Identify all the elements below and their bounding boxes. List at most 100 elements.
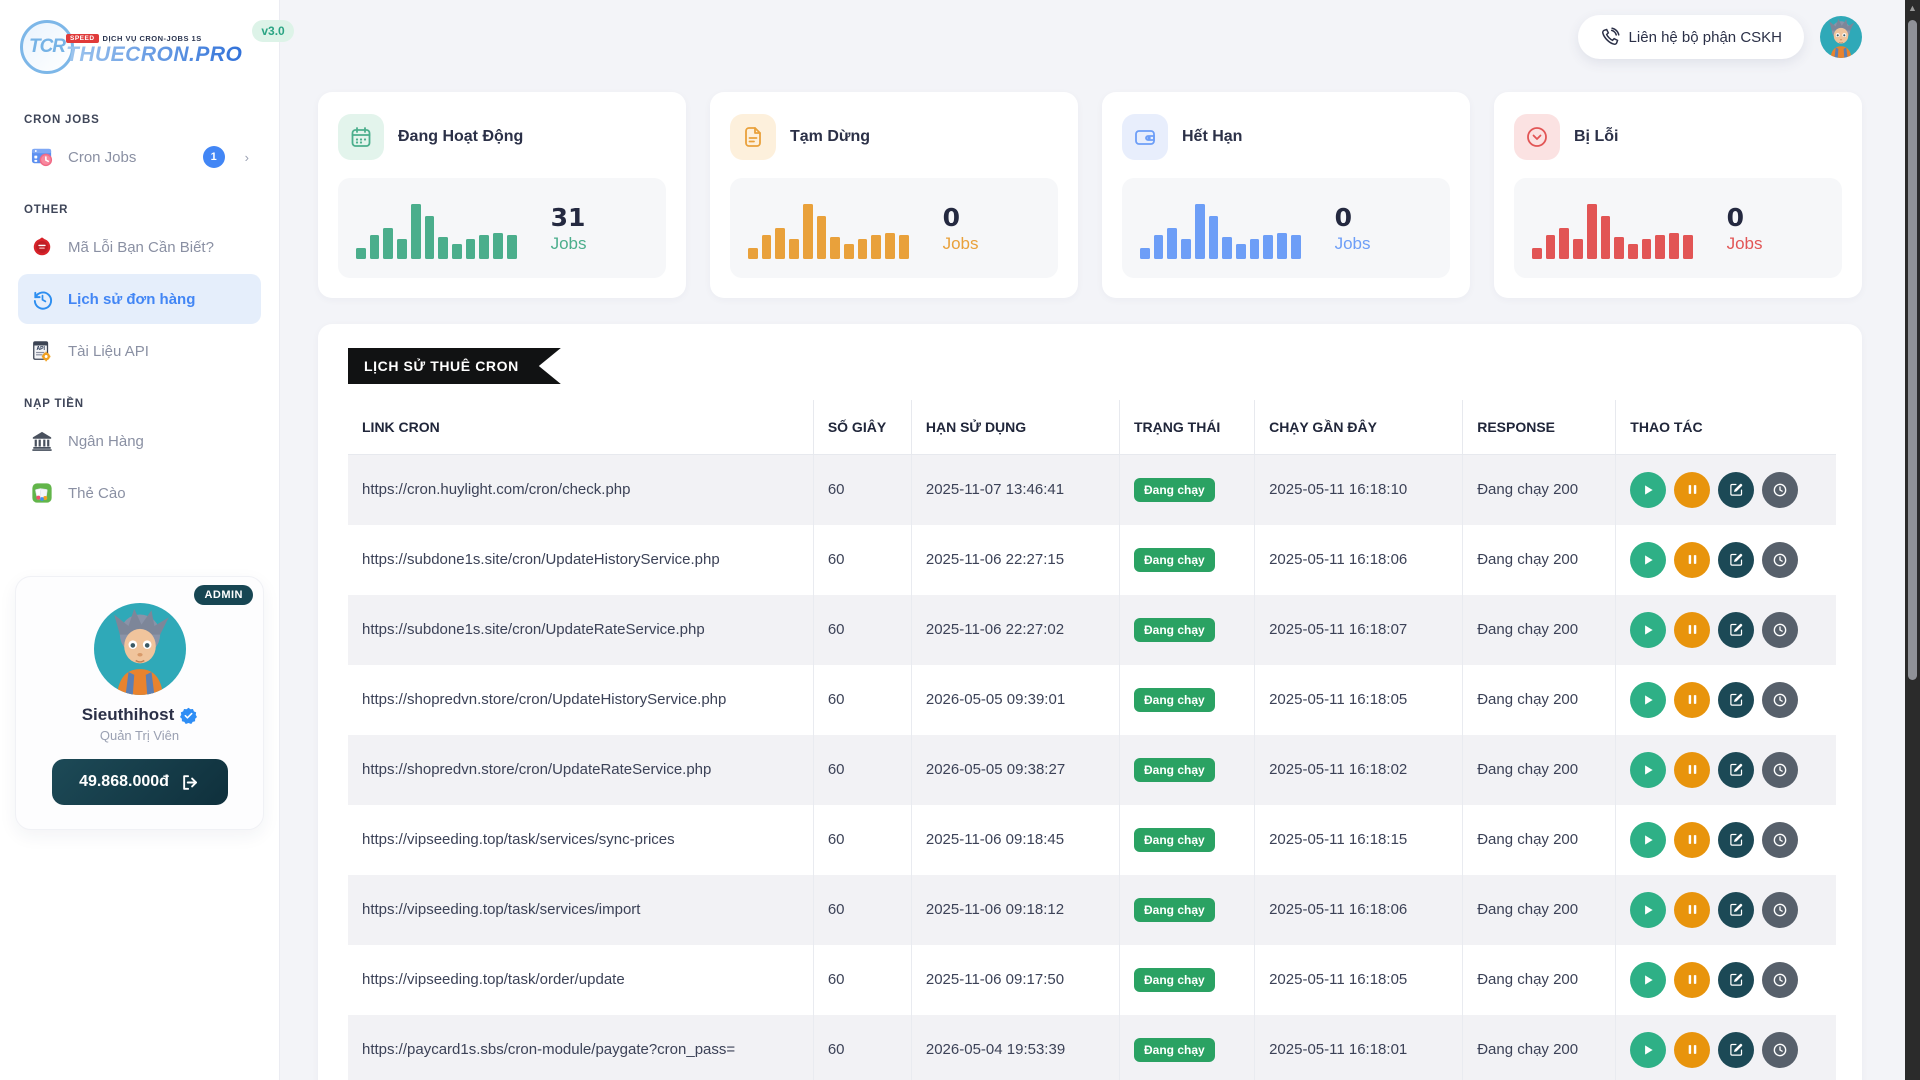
cell-last-run: 2025-05-11 16:18:10: [1255, 455, 1463, 525]
cell-response: Đang chạy 200: [1463, 875, 1616, 945]
run-button[interactable]: [1630, 1032, 1666, 1068]
edit-button[interactable]: [1718, 752, 1754, 788]
run-button[interactable]: [1630, 612, 1666, 648]
contact-support-button[interactable]: Liên hệ bộ phận CSKH: [1578, 15, 1804, 59]
sidebar-item-order-history[interactable]: Lịch sử đơn hàng: [18, 274, 261, 324]
history-button[interactable]: [1762, 682, 1798, 718]
history-button[interactable]: [1762, 892, 1798, 928]
sidebar-item-cron-jobs[interactable]: Cron Jobs 1 ›: [18, 132, 261, 182]
cell-seconds: 60: [813, 945, 911, 1015]
cell-actions: [1616, 945, 1836, 1015]
cell-seconds: 60: [813, 735, 911, 805]
cell-expiry: 2026-05-05 09:38:27: [911, 735, 1119, 805]
cell-expiry: 2025-11-06 22:27:15: [911, 525, 1119, 595]
cell-response: Đang chạy 200: [1463, 455, 1616, 525]
cell-status: Đang chạy: [1120, 665, 1255, 735]
edit-button[interactable]: [1718, 682, 1754, 718]
stat-panel: 0 Jobs: [1514, 178, 1842, 278]
spark-bar: [817, 216, 827, 259]
cell-last-run: 2025-05-11 16:18:06: [1255, 875, 1463, 945]
topbar-avatar[interactable]: [1820, 16, 1862, 58]
stat-title: Tạm Dừng: [790, 128, 870, 146]
history-button[interactable]: [1762, 752, 1798, 788]
edit-button[interactable]: [1718, 962, 1754, 998]
cron-history-card: LỊCH SỬ THUÊ CRON LINK CRON SỐ GIÂY HẠN …: [318, 324, 1862, 1080]
run-button[interactable]: [1630, 542, 1666, 578]
run-button[interactable]: [1630, 472, 1666, 508]
stat-value: 0: [1335, 203, 1371, 232]
cell-link: https://paycard1s.sbs/cron-module/paygat…: [348, 1015, 813, 1080]
spark-bar: [871, 235, 881, 259]
edit-button[interactable]: [1718, 612, 1754, 648]
pause-button[interactable]: [1674, 472, 1710, 508]
user-card: ADMIN Sieuthihost Quản Trị Viên 49.868.0…: [15, 576, 264, 830]
history-button[interactable]: [1762, 542, 1798, 578]
circle-chevron-icon: [1514, 114, 1560, 160]
pause-button[interactable]: [1674, 752, 1710, 788]
scrollbar-thumb[interactable]: [1908, 20, 1917, 680]
cell-expiry: 2025-11-07 13:46:41: [911, 455, 1119, 525]
stat-panel: 0 Jobs: [1122, 178, 1450, 278]
pause-button[interactable]: [1674, 612, 1710, 648]
col-expiry: HẠN SỬ DỤNG: [911, 400, 1119, 455]
edit-button[interactable]: [1718, 1032, 1754, 1068]
pause-button[interactable]: [1674, 1032, 1710, 1068]
run-button[interactable]: [1630, 682, 1666, 718]
cell-status: Đang chạy: [1120, 595, 1255, 665]
logout-icon: [181, 773, 200, 792]
cron-history-ribbon: LỊCH SỬ THUÊ CRON: [348, 348, 561, 384]
run-button[interactable]: [1630, 892, 1666, 928]
balance-amount: 49.868.000đ: [79, 773, 169, 791]
pause-button[interactable]: [1674, 892, 1710, 928]
stat-panel: 0 Jobs: [730, 178, 1058, 278]
bank-icon: [30, 429, 54, 453]
run-button[interactable]: [1630, 822, 1666, 858]
balance-logout-button[interactable]: 49.868.000đ: [52, 759, 228, 805]
edit-button[interactable]: [1718, 472, 1754, 508]
phone-icon: [1600, 27, 1620, 47]
cell-actions: [1616, 595, 1836, 665]
cell-actions: [1616, 735, 1836, 805]
edit-button[interactable]: [1718, 892, 1754, 928]
pause-button[interactable]: [1674, 682, 1710, 718]
sidebar-item-bank[interactable]: Ngân Hàng: [18, 416, 261, 466]
section-cron-jobs: CRON JOBS: [24, 114, 255, 126]
edit-button[interactable]: [1718, 822, 1754, 858]
spark-bar: [1291, 235, 1301, 259]
cell-actions: [1616, 875, 1836, 945]
table-row: https://subdone1s.site/cron/UpdateHistor…: [348, 525, 1836, 595]
sidebar-item-error-codes[interactable]: Mã Lỗi Bạn Cần Biết?: [18, 222, 261, 272]
cell-link: https://vipseeding.top/task/order/update: [348, 945, 813, 1015]
spark-bar: [383, 228, 393, 259]
pause-button[interactable]: [1674, 822, 1710, 858]
pause-button[interactable]: [1674, 542, 1710, 578]
cell-last-run: 2025-05-11 16:18:01: [1255, 1015, 1463, 1080]
run-button[interactable]: [1630, 752, 1666, 788]
sidebar-item-api-docs[interactable]: API Tài Liệu API: [18, 326, 261, 376]
table-row: https://cron.huylight.com/cron/check.php…: [348, 455, 1836, 525]
logo[interactable]: TCR SPEED DỊCH VỤ CRON-JOBS 1S THUECRON.…: [18, 14, 261, 92]
scrollbar-up-arrow[interactable]: ▲: [1905, 3, 1920, 13]
history-button[interactable]: [1762, 612, 1798, 648]
history-button[interactable]: [1762, 962, 1798, 998]
sidebar-item-card[interactable]: Thẻ Cào: [18, 468, 261, 518]
history-button[interactable]: [1762, 472, 1798, 508]
history-button[interactable]: [1762, 1032, 1798, 1068]
stat-card-error: Bị Lỗi 0 Jobs: [1494, 92, 1862, 298]
stat-value: 0: [1727, 203, 1763, 232]
history-button[interactable]: [1762, 822, 1798, 858]
pause-button[interactable]: [1674, 962, 1710, 998]
table-header-row: LINK CRON SỐ GIÂY HẠN SỬ DỤNG TRẠNG THÁI…: [348, 400, 1836, 455]
admin-badge: ADMIN: [194, 585, 253, 605]
sidebar: TCR SPEED DỊCH VỤ CRON-JOBS 1S THUECRON.…: [0, 0, 280, 1080]
sidebar-item-label: Ngân Hàng: [68, 433, 144, 450]
stat-title: Đang Hoạt Động: [398, 128, 523, 146]
run-button[interactable]: [1630, 962, 1666, 998]
spark-bar: [1277, 233, 1287, 259]
edit-button[interactable]: [1718, 542, 1754, 578]
spark-bar: [1601, 216, 1611, 259]
spark-bar: [493, 233, 503, 259]
cell-expiry: 2026-05-05 09:39:01: [911, 665, 1119, 735]
cell-response: Đang chạy 200: [1463, 735, 1616, 805]
scrollbar[interactable]: ▲: [1905, 0, 1920, 1080]
